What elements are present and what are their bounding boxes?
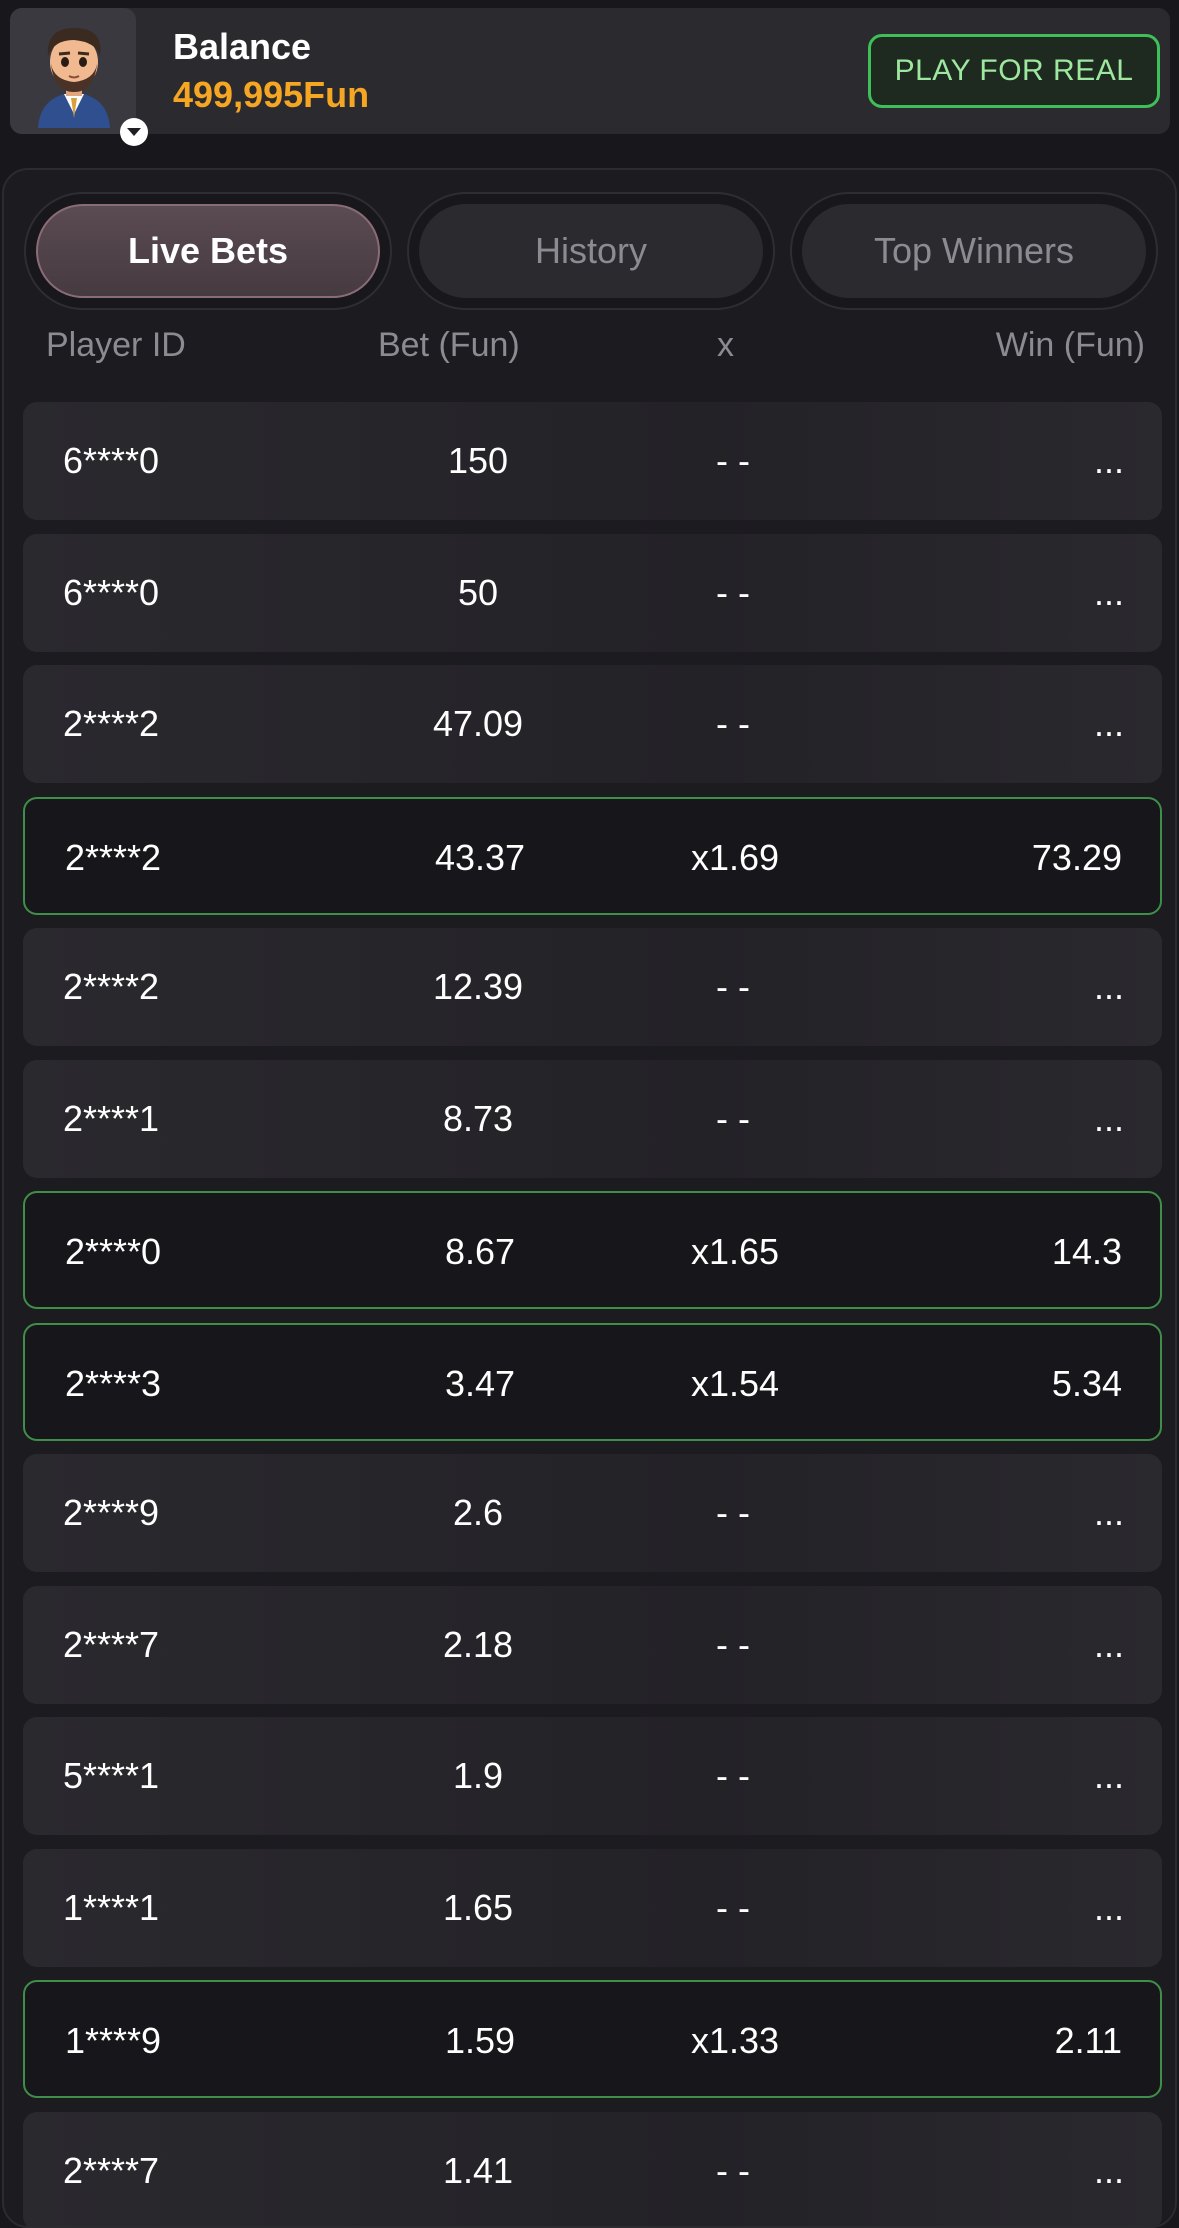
play-for-real-button[interactable]: PLAY FOR REAL [868, 34, 1160, 108]
player-id-cell: 2****0 [65, 1193, 161, 1311]
table-row: 2****92.6- -... [23, 1454, 1162, 1572]
win-cell: ... [1094, 665, 1124, 783]
win-cell: 2.11 [1055, 1982, 1122, 2100]
multiplier-cell: - - [583, 665, 883, 783]
player-id-cell: 1****1 [63, 1849, 159, 1967]
multiplier-cell: - - [583, 534, 883, 652]
win-cell: ... [1094, 402, 1124, 520]
player-id-cell: 2****2 [63, 928, 159, 1046]
multiplier-cell: x1.69 [585, 799, 885, 917]
tab-bar: Live Bets History Top Winners [24, 192, 1159, 310]
table-row: 1****11.65- -... [23, 1849, 1162, 1967]
table-row: 5****11.9- -... [23, 1717, 1162, 1835]
bets-panel: Live Bets History Top Winners Player ID … [2, 168, 1177, 2228]
multiplier-cell: - - [583, 1849, 883, 1967]
balance-label: Balance [173, 26, 311, 68]
table-row: 1****91.59x1.332.11 [23, 1980, 1162, 2098]
table-row: 2****243.37x1.6973.29 [23, 797, 1162, 915]
table-header: Player ID Bet (Fun) x Win (Fun) [4, 318, 1177, 378]
player-id-cell: 2****3 [65, 1325, 161, 1443]
player-id-cell: 2****2 [63, 665, 159, 783]
player-id-cell: 6****0 [63, 534, 159, 652]
win-cell: ... [1094, 1849, 1124, 1967]
win-cell: 5.34 [1052, 1325, 1122, 1443]
table-row: 6****050- -... [23, 534, 1162, 652]
win-cell: ... [1094, 928, 1124, 1046]
tab-live-bets[interactable]: Live Bets [36, 204, 380, 298]
table-row: 6****0150- -... [23, 402, 1162, 520]
column-player-id: Player ID [46, 326, 186, 365]
table-row: 2****247.09- -... [23, 665, 1162, 783]
multiplier-cell: - - [583, 402, 883, 520]
win-cell: ... [1094, 534, 1124, 652]
multiplier-cell: - - [583, 1586, 883, 1704]
win-cell: ... [1094, 2112, 1124, 2228]
player-id-cell: 2****9 [63, 1454, 159, 1572]
tab-history-wrap: History [407, 192, 775, 310]
tab-live-bets-wrap: Live Bets [24, 192, 392, 310]
win-cell: ... [1094, 1060, 1124, 1178]
tab-top-winners[interactable]: Top Winners [802, 204, 1146, 298]
win-cell: 14.3 [1052, 1193, 1122, 1311]
win-cell: ... [1094, 1717, 1124, 1835]
multiplier-cell: - - [583, 1060, 883, 1178]
multiplier-cell: x1.54 [585, 1325, 885, 1443]
multiplier-cell: - - [583, 1454, 883, 1572]
multiplier-cell: - - [583, 2112, 883, 2228]
player-id-cell: 6****0 [63, 402, 159, 520]
table-row: 2****08.67x1.6514.3 [23, 1191, 1162, 1309]
player-id-cell: 2****7 [63, 1586, 159, 1704]
player-id-cell: 2****2 [65, 799, 161, 917]
table-row: 2****71.41- -... [23, 2112, 1162, 2228]
multiplier-cell: - - [583, 1717, 883, 1835]
avatar-icon [24, 18, 124, 128]
avatar-button[interactable] [10, 8, 136, 134]
multiplier-cell: - - [583, 928, 883, 1046]
win-cell: ... [1094, 1586, 1124, 1704]
multiplier-cell: x1.65 [585, 1193, 885, 1311]
table-row: 2****72.18- -... [23, 1586, 1162, 1704]
column-x: x [717, 326, 734, 365]
multiplier-cell: x1.33 [585, 1982, 885, 2100]
table-row: 2****212.39- -... [23, 928, 1162, 1046]
tab-history[interactable]: History [419, 204, 763, 298]
chevron-down-icon[interactable] [120, 118, 148, 146]
column-bet: Bet (Fun) [378, 326, 520, 365]
player-id-cell: 1****9 [65, 1982, 161, 2100]
player-id-cell: 2****1 [63, 1060, 159, 1178]
table-row: 2****18.73- -... [23, 1060, 1162, 1178]
top-bar: Balance 499,995Fun PLAY FOR REAL [10, 8, 1170, 134]
balance-value: 499,995Fun [173, 74, 369, 116]
column-win: Win (Fun) [996, 326, 1145, 365]
player-id-cell: 5****1 [63, 1717, 159, 1835]
tab-top-winners-wrap: Top Winners [790, 192, 1158, 310]
win-cell: 73.29 [1032, 799, 1122, 917]
win-cell: ... [1094, 1454, 1124, 1572]
table-row: 2****33.47x1.545.34 [23, 1323, 1162, 1441]
player-id-cell: 2****7 [63, 2112, 159, 2228]
